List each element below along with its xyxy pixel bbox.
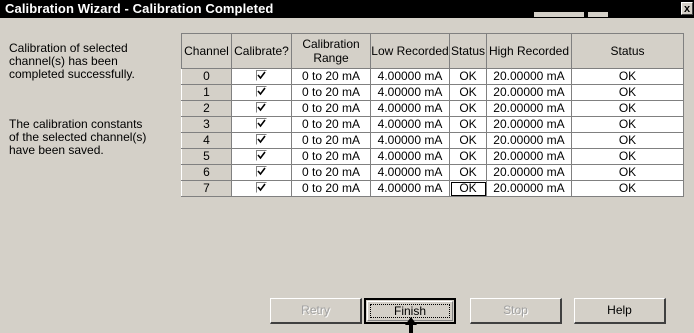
calibration-range-cell: 0 to 20 mA [291, 148, 371, 165]
low-status-cell: OK [449, 100, 487, 117]
header-high-status: Status [571, 33, 684, 69]
low-status-cell: OK [449, 164, 487, 181]
checkmark-icon[interactable] [256, 134, 267, 146]
calibration-table: Channel Calibrate? Calibration Range Low Re… [181, 33, 684, 197]
calibration-range-cell: 0 to 20 mA [291, 84, 371, 101]
calibrate-checkbox-cell[interactable] [231, 84, 292, 101]
high-status-cell: OK [571, 132, 684, 149]
calibration-range-cell: 0 to 20 mA [291, 164, 371, 181]
checkmark-icon[interactable] [256, 150, 267, 162]
stop-button[interactable]: Stop [470, 298, 562, 324]
low-status-cell: OK [449, 132, 487, 149]
calibrate-checkbox-cell[interactable] [231, 180, 292, 197]
high-status-cell: OK [571, 100, 684, 117]
high-recorded-cell: 20.00000 mA [486, 68, 572, 85]
table-row: 30 to 20 mA 4.00000 mA OK 20.00000 mA OK [181, 116, 684, 133]
low-status-cell: OK [449, 84, 487, 101]
calibrate-checkbox-cell[interactable] [231, 164, 292, 181]
calibration-range-cell: 0 to 20 mA [291, 132, 371, 149]
calibrate-checkbox-cell[interactable] [231, 100, 292, 117]
header-calibrate: Calibrate? [231, 33, 292, 69]
help-button[interactable]: Help [574, 298, 666, 324]
window-title: Calibration Wizard - Calibration Complet… [5, 1, 274, 16]
table-row: 10 to 20 mA 4.00000 mA OK 20.00000 mA OK [181, 84, 684, 101]
channel-cell[interactable]: 6 [181, 164, 232, 181]
checkmark-icon[interactable] [256, 166, 267, 178]
checkmark-icon[interactable] [256, 182, 267, 194]
calibrate-checkbox-cell[interactable] [231, 148, 292, 165]
header-calibration-range: Calibration Range [291, 33, 371, 69]
low-recorded-cell: 4.00000 mA [370, 68, 450, 85]
high-recorded-cell: 20.00000 mA [486, 116, 572, 133]
retry-button[interactable]: Retry [270, 298, 362, 324]
low-recorded-cell: 4.00000 mA [370, 100, 450, 117]
header-low-recorded: Low Recorded [370, 33, 450, 69]
high-status-cell: OK [571, 148, 684, 165]
completion-message: Calibration of selected channel(s) has b… [9, 41, 135, 81]
checkmark-icon[interactable] [256, 118, 267, 130]
checkmark-icon[interactable] [256, 102, 267, 114]
retry-button-label: Retry [301, 303, 330, 317]
calibration-range-cell: 0 to 20 mA [291, 100, 371, 117]
high-status-cell: OK [571, 164, 684, 181]
finish-button-label: Finish [393, 304, 426, 318]
table-row: 70 to 20 mA 4.00000 mA OK 20.00000 mA OK [181, 180, 684, 197]
low-recorded-cell: 4.00000 mA [370, 132, 450, 149]
channel-cell[interactable]: 5 [181, 148, 232, 165]
table-row: 00 to 20 mA 4.00000 mA OK 20.00000 mA OK [181, 68, 684, 85]
help-button-label: Help [607, 303, 632, 317]
low-status-cell: OK [449, 180, 487, 197]
low-status-cell: OK [449, 116, 487, 133]
high-status-cell: OK [571, 180, 684, 197]
calibration-range-cell: 0 to 20 mA [291, 180, 371, 197]
low-status-cell: OK [449, 148, 487, 165]
channel-cell[interactable]: 2 [181, 100, 232, 117]
low-recorded-cell: 4.00000 mA [370, 148, 450, 165]
high-status-cell: OK [571, 84, 684, 101]
table-row: 40 to 20 mA 4.00000 mA OK 20.00000 mA OK [181, 132, 684, 149]
high-status-cell: OK [571, 68, 684, 85]
high-recorded-cell: 20.00000 mA [486, 132, 572, 149]
channel-cell[interactable]: 4 [181, 132, 232, 149]
title-bar: Calibration Wizard - Calibration Complet… [0, 0, 694, 18]
calibrate-checkbox-cell[interactable] [231, 68, 292, 85]
title-bar-artifact [534, 12, 584, 17]
calibrate-checkbox-cell[interactable] [231, 132, 292, 149]
header-high-recorded: High Recorded [486, 33, 572, 69]
high-recorded-cell: 20.00000 mA [486, 84, 572, 101]
high-recorded-cell: 20.00000 mA [486, 100, 572, 117]
checkmark-icon[interactable] [256, 86, 267, 98]
table-header-row: Channel Calibrate? Calibration Range Low Re… [181, 33, 684, 69]
low-recorded-cell: 4.00000 mA [370, 180, 450, 197]
close-button[interactable]: x [681, 2, 693, 15]
calibration-range-cell: 0 to 20 mA [291, 68, 371, 85]
table-row: 20 to 20 mA 4.00000 mA OK 20.00000 mA OK [181, 100, 684, 117]
low-recorded-cell: 4.00000 mA [370, 116, 450, 133]
saved-message: The calibration constants of the selecte… [9, 117, 147, 157]
low-status-cell: OK [449, 68, 487, 85]
calibration-range-cell: 0 to 20 mA [291, 116, 371, 133]
high-recorded-cell: 20.00000 mA [486, 180, 572, 197]
title-bar-artifact [588, 12, 608, 17]
checkmark-icon[interactable] [256, 70, 267, 82]
channel-cell[interactable]: 0 [181, 68, 232, 85]
channel-cell[interactable]: 1 [181, 84, 232, 101]
high-recorded-cell: 20.00000 mA [486, 164, 572, 181]
low-recorded-cell: 4.00000 mA [370, 164, 450, 181]
header-low-status: Status [449, 33, 487, 69]
channel-cell[interactable]: 7 [181, 180, 232, 197]
header-channel: Channel [181, 33, 232, 69]
table-row: 50 to 20 mA 4.00000 mA OK 20.00000 mA OK [181, 148, 684, 165]
low-recorded-cell: 4.00000 mA [370, 84, 450, 101]
arrow-pointer-icon [405, 317, 417, 333]
calibrate-checkbox-cell[interactable] [231, 116, 292, 133]
table-row: 60 to 20 mA 4.00000 mA OK 20.00000 mA OK [181, 164, 684, 181]
high-recorded-cell: 20.00000 mA [486, 148, 572, 165]
stop-button-label: Stop [503, 303, 528, 317]
channel-cell[interactable]: 3 [181, 116, 232, 133]
high-status-cell: OK [571, 116, 684, 133]
